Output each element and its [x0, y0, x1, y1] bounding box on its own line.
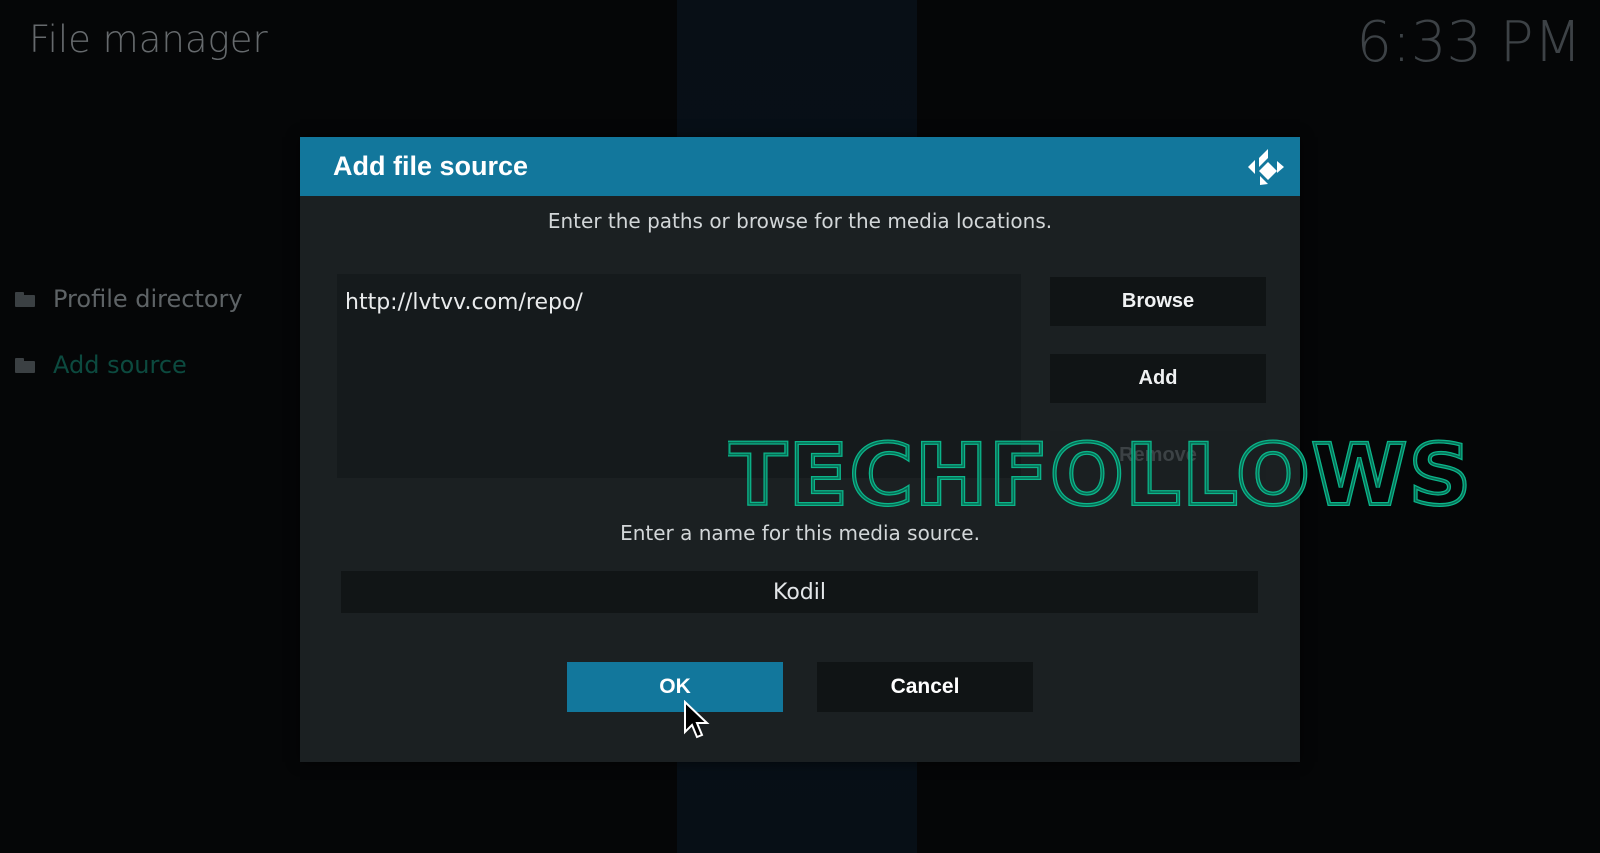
sidebar-item-label: Profile directory	[53, 285, 243, 313]
cancel-button[interactable]: Cancel	[817, 662, 1033, 712]
path-item[interactable]: http://lvtvv.com/repo/	[337, 274, 1021, 331]
dialog-title: Add file source	[333, 151, 529, 181]
folder-icon	[15, 291, 35, 307]
browse-button[interactable]: Browse	[1050, 277, 1266, 326]
path-instruction: Enter the paths or browse for the media …	[547, 209, 1053, 233]
screen: File manager 6:33 PM Profile directory A…	[0, 0, 1600, 853]
folder-icon	[15, 357, 35, 373]
ok-button[interactable]: OK	[567, 662, 783, 712]
add-button[interactable]: Add	[1050, 354, 1266, 403]
source-name-field[interactable]: Kodil	[341, 571, 1258, 613]
sidebar-item-add-source[interactable]: Add source	[15, 346, 243, 384]
sidebar-item-label: Add source	[53, 351, 187, 379]
dialog-header: Add file source	[300, 137, 1300, 196]
watermark-logo: TECHFOLLOWS TECHFOLLOWS	[728, 430, 1473, 515]
mouse-cursor-icon	[684, 700, 710, 739]
clock: 6:33 PM	[1356, 10, 1582, 75]
sidebar: Profile directory Add source	[15, 280, 243, 412]
kodi-logo-icon	[1248, 148, 1284, 185]
sidebar-item-profile-directory[interactable]: Profile directory	[15, 280, 243, 318]
name-instruction: Enter a name for this media source.	[620, 521, 980, 545]
app-title: File manager	[29, 18, 268, 61]
svg-text:TECHFOLLOWS: TECHFOLLOWS	[728, 430, 1473, 515]
